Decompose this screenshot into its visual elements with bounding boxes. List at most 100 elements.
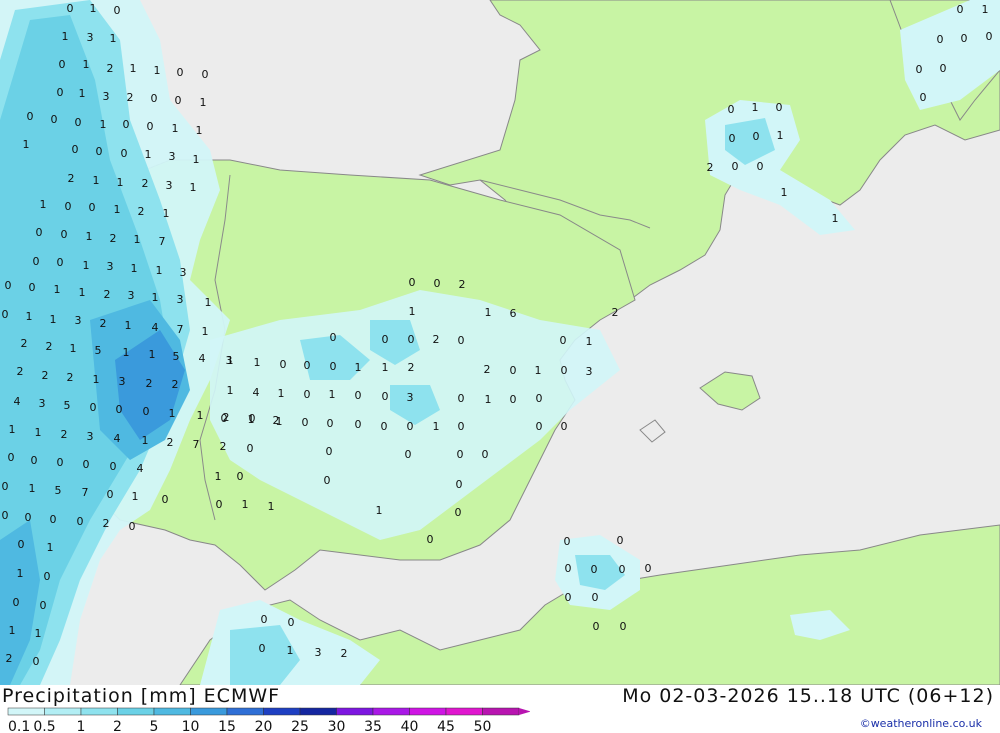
precip-value-label: 1 [123, 346, 130, 359]
precip-value-label: 2 [459, 278, 466, 291]
precip-value-label: 0 [458, 420, 465, 433]
precip-value-label: 0 [330, 360, 337, 373]
precip-value-label: 0 [458, 392, 465, 405]
precip-value-label: 0 [67, 2, 74, 15]
precip-value-label: 0 [114, 4, 121, 17]
precip-value-label: 0 [36, 226, 43, 239]
precip-value-label: 0 [61, 228, 68, 241]
precip-value-label: 0 [40, 599, 47, 612]
precip-value-label: 1 [9, 624, 16, 637]
precip-value-label: 0 [116, 403, 123, 416]
precip-value-label: 0 [177, 66, 184, 79]
precip-value-label: 3 [75, 314, 82, 327]
precip-value-label: 7 [193, 438, 200, 451]
precip-value-label: 3 [87, 31, 94, 44]
credit-link[interactable]: ©weatheronline.co.uk [860, 717, 982, 730]
precip-value-label: 0 [407, 420, 414, 433]
legend-tick-label: 40 [401, 719, 419, 733]
precip-value-label: 0 [591, 563, 598, 576]
precip-value-label: 0 [458, 334, 465, 347]
precip-value-label: 0 [57, 256, 64, 269]
precip-value-label: 0 [382, 333, 389, 346]
precip-value-label: 1 [485, 393, 492, 406]
legend-swatch [44, 707, 82, 716]
precip-value-label: 2 [707, 161, 714, 174]
precip-value-label: 0 [619, 563, 626, 576]
precip-value-label: 1 [70, 342, 77, 355]
precip-value-label: 1 [752, 101, 759, 114]
precip-value-label: 0 [162, 493, 169, 506]
precip-value-label: 0 [259, 642, 266, 655]
precip-value-label: 1 [79, 286, 86, 299]
precip-value-label: 1 [982, 3, 989, 16]
precip-value-label: 0 [57, 86, 64, 99]
precip-value-label: 1 [586, 335, 593, 348]
precip-value-label: 1 [227, 354, 234, 367]
precip-value-label: 0 [25, 511, 32, 524]
precip-value-label: 1 [355, 361, 362, 374]
precip-value-label: 0 [327, 417, 334, 430]
precip-value-label: 2 [341, 647, 348, 660]
precip-value-label: 1 [50, 313, 57, 326]
precip-value-label: 2 [103, 517, 110, 530]
precip-value-label: 0 [121, 147, 128, 160]
precip-value-label: 3 [407, 391, 414, 404]
precip-value-label: 5 [95, 344, 102, 357]
precip-value-label: 1 [227, 384, 234, 397]
precip-value-label: 2 [138, 205, 145, 218]
legend-tick-label: 25 [291, 719, 309, 733]
legend-swatch [482, 707, 520, 716]
legend-tick-label: 50 [474, 719, 492, 733]
precip-value-label: 0 [147, 120, 154, 133]
precip-value-label: 1 [485, 306, 492, 319]
precip-value-label: 1 [29, 482, 36, 495]
precip-value-label: 2 [127, 91, 134, 104]
precip-value-label: 0 [757, 160, 764, 173]
precip-value-label: 0 [8, 451, 15, 464]
precip-value-label: 0 [288, 616, 295, 629]
precip-value-label: 3 [180, 266, 187, 279]
precipitation-map: 0 1 0 1 3 1 0 1 2 1 1 0 0 0 1 3 2 0 0 1 0 0 0 1 0 0 1 1 1 0 0 0 1 3 1 2 1 1 2 3… [0, 0, 1000, 686]
precip-value-label: 1 [163, 207, 170, 220]
precip-value-label: 0 [31, 454, 38, 467]
precip-value-label: 3 [103, 90, 110, 103]
precip-value-label: 0 [65, 200, 72, 213]
legend-tick-label: 15 [218, 719, 236, 733]
precip-value-label: 1 [329, 388, 336, 401]
precip-value-label: 1 [156, 264, 163, 277]
precip-value-label: 0 [89, 201, 96, 214]
precip-value-label: 1 [90, 2, 97, 15]
precip-value-label: 6 [510, 307, 517, 320]
precip-value-label: 3 [169, 150, 176, 163]
precip-value-label: 0 [143, 405, 150, 418]
precip-value-label: 0 [216, 498, 223, 511]
precip-value-label: 0 [261, 613, 268, 626]
precip-value-label: 0 [75, 116, 82, 129]
precip-value-label: 0 [405, 448, 412, 461]
precip-value-label: 1 [409, 305, 416, 318]
precip-value-label: 0 [408, 333, 415, 346]
precip-value-label: 0 [59, 58, 66, 71]
precip-value-label: 0 [565, 562, 572, 575]
precip-value-label: 2 [104, 288, 111, 301]
precip-value-label: 3 [107, 260, 114, 273]
precip-value-label: 0 [33, 655, 40, 668]
precip-value-label: 0 [592, 591, 599, 604]
precip-value-label: 3 [39, 397, 46, 410]
precip-value-label: 2 [46, 340, 53, 353]
precip-value-label: 0 [937, 33, 944, 46]
precip-value-label: 2 [167, 436, 174, 449]
precip-value-label: 1 [145, 148, 152, 161]
precip-value-label: 4 [253, 386, 260, 399]
precip-value-label: 1 [86, 230, 93, 243]
precip-value-label: 0 [304, 359, 311, 372]
precip-value-label: 0 [916, 63, 923, 76]
precip-value-label: 0 [175, 94, 182, 107]
precip-value-label: 0 [123, 118, 130, 131]
legend-swatch [226, 707, 264, 716]
precip-value-label: 2 [67, 371, 74, 384]
precip-value-label: 2 [612, 306, 619, 319]
precip-value-label: 4 [114, 432, 121, 445]
precip-value-label: 4 [14, 395, 21, 408]
precip-value-label: 0 [457, 448, 464, 461]
